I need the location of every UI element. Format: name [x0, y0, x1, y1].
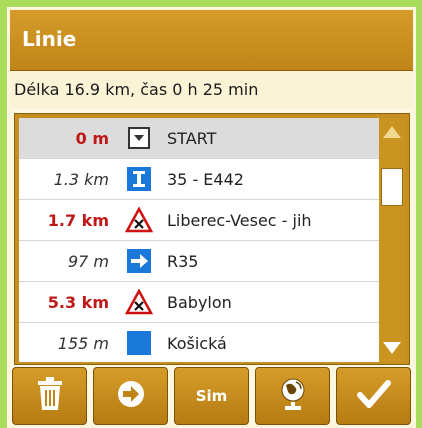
title-bar: Linie	[10, 10, 413, 71]
route-row[interactable]: 155 m Košická	[19, 323, 381, 362]
route-row[interactable]: 97 m R35	[19, 241, 381, 282]
row-label: Babylon	[167, 292, 232, 312]
route-panel: Linie Délka 16.9 km, čas 0 h 25 min 0 m …	[7, 7, 416, 428]
down-arrow-box-icon	[121, 120, 157, 156]
highway-icon	[121, 161, 157, 197]
page-title: Linie	[22, 27, 77, 51]
row-distance: 1.3 km	[53, 169, 109, 189]
row-label: R35	[167, 251, 199, 271]
row-label: 35 - E442	[167, 169, 244, 189]
map-button[interactable]	[255, 367, 330, 425]
route-row[interactable]: 1.7 km Liberec-Vesec - jih	[19, 200, 381, 241]
row-label: Košická	[167, 333, 227, 353]
route-row[interactable]: 1.3 km 35 - E442	[19, 159, 381, 200]
row-label: Liberec-Vesec - jih	[167, 210, 312, 230]
check-icon	[356, 379, 391, 413]
warning-triangle-icon	[121, 284, 157, 320]
warning-triangle-icon	[121, 202, 157, 238]
row-distance: 0 m	[75, 128, 109, 148]
route-row[interactable]: 5.3 km Babylon	[19, 282, 381, 323]
route-list[interactable]: 0 m START 1.3 km 35 - E442 1.7 km Libere…	[19, 118, 381, 362]
row-distance: 5.3 km	[47, 292, 109, 312]
list-scrollbar[interactable]	[379, 118, 405, 362]
route-list-frame: 0 m START 1.3 km 35 - E442 1.7 km Libere…	[14, 113, 410, 365]
bottom-toolbar: Sim	[12, 367, 411, 425]
scroll-down-icon[interactable]	[383, 342, 401, 354]
navigate-button[interactable]	[93, 367, 168, 425]
route-summary: Délka 16.9 km, čas 0 h 25 min	[10, 71, 413, 109]
row-distance: 97 m	[67, 251, 109, 271]
scroll-up-icon[interactable]	[383, 126, 401, 138]
sim-button[interactable]: Sim	[174, 367, 249, 425]
route-row[interactable]: 0 m START	[19, 118, 381, 159]
scroll-thumb[interactable]	[381, 168, 403, 206]
confirm-button[interactable]	[336, 367, 411, 425]
trash-icon	[36, 376, 64, 416]
delete-button[interactable]	[12, 367, 87, 425]
row-distance: 155 m	[57, 333, 109, 353]
sim-label: Sim	[195, 387, 228, 405]
blue-square-icon	[121, 325, 157, 361]
row-distance: 1.7 km	[47, 210, 109, 230]
right-arrow-icon	[121, 243, 157, 279]
row-label: START	[167, 128, 217, 148]
globe-icon	[277, 376, 309, 416]
arrow-circle-icon	[116, 379, 146, 413]
